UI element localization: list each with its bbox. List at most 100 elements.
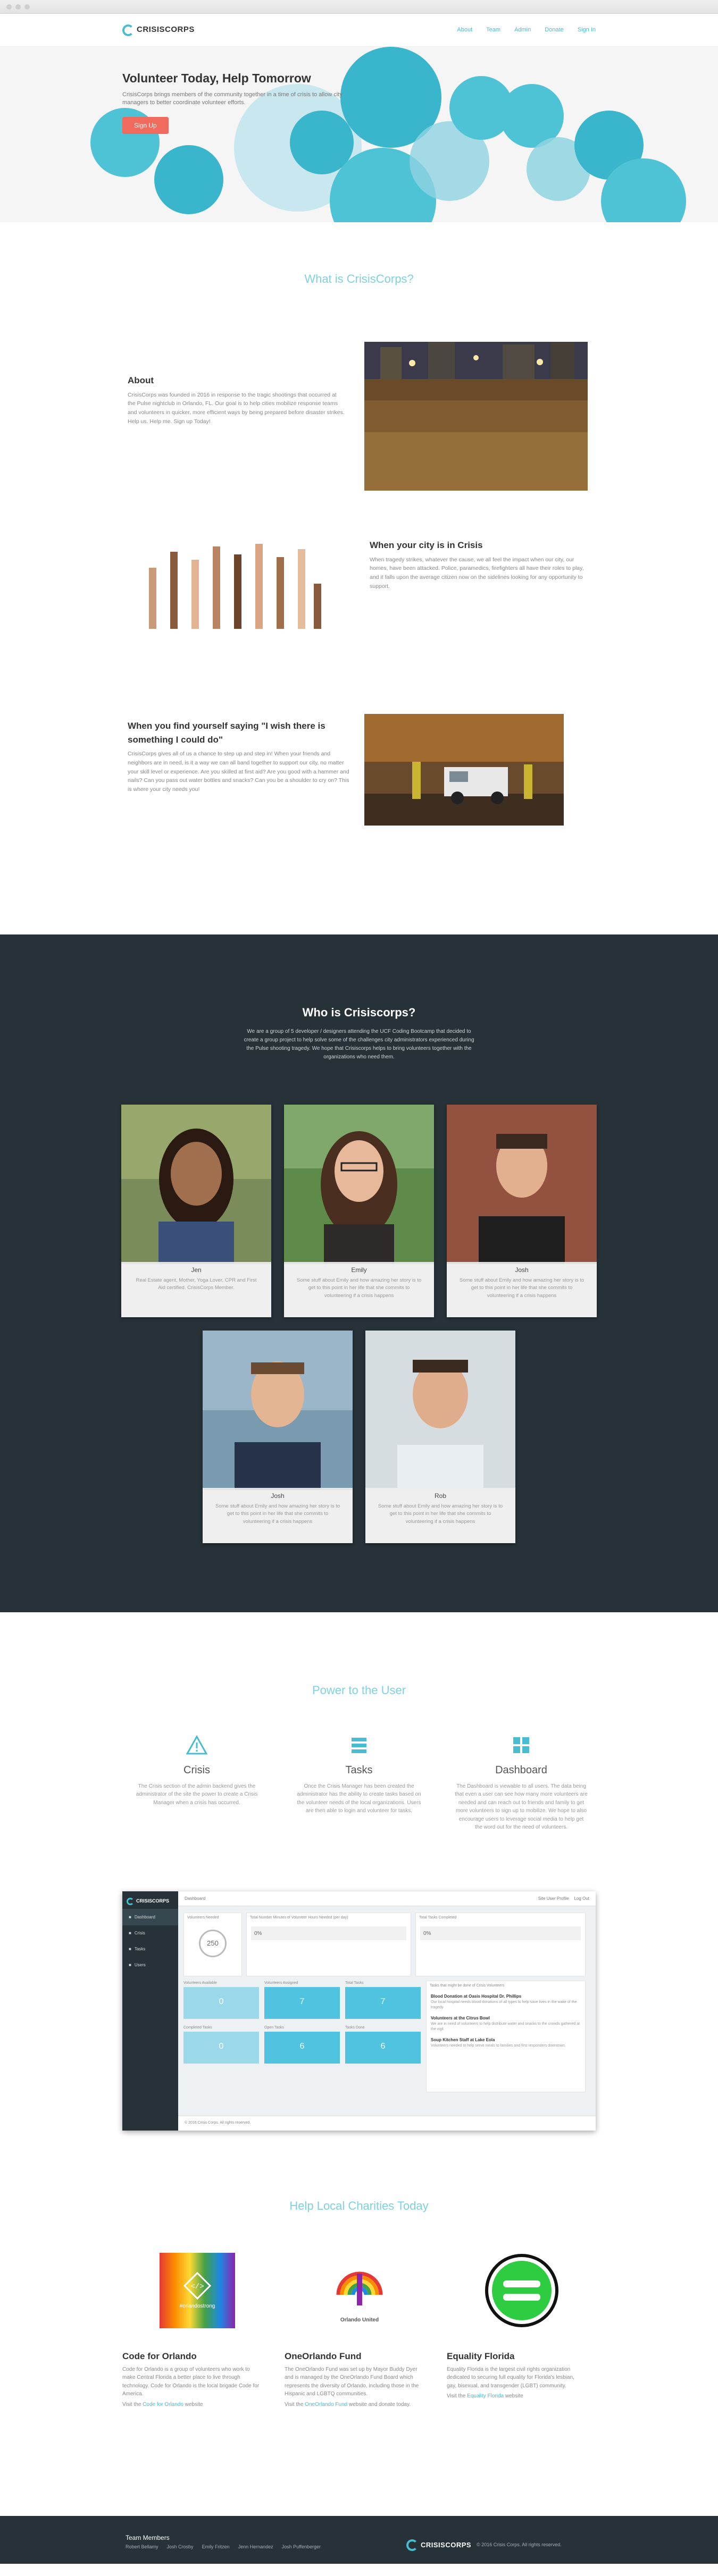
logo-text: CRISISCORPS	[137, 25, 195, 35]
dashboard-menu-crisis[interactable]: ■ Crisis	[122, 1925, 178, 1941]
panel-label: Total Tasks Completed	[419, 1916, 457, 1920]
window-dot[interactable]	[6, 4, 12, 10]
team-card-josh-2: Josh Some stuff about Emily and how amaz…	[203, 1331, 353, 1543]
code-for-orlando-logo[interactable]: </> #orlandostrong	[160, 2253, 235, 2328]
dashboard-logo: CRISISCORPS	[122, 1893, 178, 1909]
tile-label: Tasks Done	[345, 2026, 365, 2030]
about-title: About	[128, 375, 154, 385]
charity-link[interactable]: OneOrlando Fund	[305, 2402, 347, 2407]
tile-label: Completed Tasks	[183, 2026, 212, 2030]
member-name: Jen	[191, 1266, 202, 1274]
site-logo[interactable]: CRISISCORPS	[122, 24, 195, 36]
nav-link-admin[interactable]: Admin	[514, 26, 531, 35]
code-icon: </>	[183, 2271, 212, 2300]
feature-title: Tasks	[345, 1764, 373, 1776]
menu-label: Dashboard	[134, 1915, 155, 1920]
charity-link[interactable]: Equality Florida	[467, 2393, 504, 2399]
dashboard-menu-tasks[interactable]: ■ Tasks	[122, 1941, 178, 1957]
menu-dot-icon: ■	[129, 1931, 131, 1935]
member-bio: Some stuff about Emily and how amazing h…	[215, 1503, 340, 1525]
menu-label: Tasks	[134, 1947, 146, 1951]
member-name: Josh	[271, 1492, 285, 1500]
task-news-item[interactable]: Blood Donation at Oasis Hospital Dr. Phi…	[427, 1991, 585, 2013]
who-description: We are a group of 5 developer / designer…	[244, 1029, 474, 1060]
charity-text: The OneOrlando Fund was set up by Mayor …	[285, 2366, 419, 2397]
who-heading: Who is Crisiscorps?	[302, 1006, 416, 1019]
equality-florida-logo[interactable]	[484, 2253, 560, 2328]
tasks-progress-bar: 0%	[420, 1926, 581, 1940]
hours-progress-panel: Total Number Minutes of Volunteer Hours …	[246, 1913, 411, 1976]
stat-tile: 0	[183, 1987, 259, 2019]
member-name: Rob	[434, 1492, 446, 1500]
window-dot[interactable]	[24, 4, 30, 10]
feature-text: Once the Crisis Manager has been created…	[297, 1783, 421, 1814]
profile-link[interactable]: Site User Profile	[538, 1896, 569, 1902]
task-news-title: Soup Kitchen Staff at Lake Eola	[431, 2037, 495, 2042]
task-news-item[interactable]: Soup Kitchen Staff at Lake Eola Voluntee…	[427, 2035, 585, 2051]
dashboard-logo-text: CRISISCORPS	[136, 1898, 170, 1904]
hero-bubble	[154, 145, 223, 214]
feature-title: Dashboard	[495, 1764, 547, 1776]
what-section: What is CrisisCorps? About CrisisCorps w…	[0, 222, 718, 935]
task-news-title: Volunteers at the Citrus Bowl	[431, 2015, 490, 2021]
stat-tile: 6	[264, 2032, 340, 2064]
hero-section: Volunteer Today, Help Tomorrow CrisisCor…	[0, 47, 718, 222]
team-member: Josh Puffenberger	[281, 2544, 321, 2549]
dashboard-main: Dashboard Site User Profile Log Out Volu…	[178, 1891, 596, 2131]
nav-link-sign-in[interactable]: Sign In	[578, 26, 596, 35]
charities-heading: Help Local Charities Today	[289, 2199, 429, 2212]
team-member: Jenn Hernandez	[238, 2544, 273, 2549]
nav-link-team[interactable]: Team	[486, 26, 500, 35]
equality-icon	[485, 2254, 558, 2327]
avatar	[284, 1105, 434, 1264]
dashboard-screenshot: CRISISCORPS ■ Dashboard ■ Crisis ■ Tasks ■ U…	[122, 1891, 596, 2131]
wish-title: When you find yourself saying "I wish th…	[128, 721, 325, 745]
footer-logo[interactable]: CRISISCORPS	[406, 2539, 471, 2551]
team-card-josh: Josh Some stuff about Emily and how amaz…	[447, 1105, 597, 1317]
orlando-united-logo[interactable]: Orlando United	[322, 2253, 397, 2328]
avatar	[203, 1331, 353, 1490]
feature-text: The Dashboard is viewable to all users. …	[455, 1783, 588, 1831]
stat-tile: 0	[183, 2032, 259, 2064]
top-nav: CRISISCORPS About Team Admin Donate Sign…	[0, 14, 718, 47]
member-name: Josh	[515, 1266, 529, 1274]
logo-icon	[406, 2539, 418, 2551]
nav-link-donate[interactable]: Donate	[545, 26, 563, 35]
wish-text: CrisisCorps gives all of us a chance to …	[128, 751, 349, 793]
charity-code-for-orlando: </> #orlandostrong Code for Orlando Code…	[122, 2253, 261, 2409]
city-crisis-text: When tragedy strikes, whatever the cause…	[370, 556, 584, 590]
hero-copy: Volunteer Today, Help Tomorrow CrisisCor…	[122, 69, 356, 134]
charity-text: Equality Florida is the largest civil ri…	[447, 2366, 574, 2389]
panel-label: Volunteers Needed	[187, 1916, 219, 1920]
warning-icon	[186, 1735, 208, 1755]
logout-link[interactable]: Log Out	[574, 1896, 589, 1902]
charity-link[interactable]: Code for Orlando	[143, 2402, 183, 2407]
task-news-item[interactable]: Volunteers at the Citrus Bowl We are in …	[427, 2013, 585, 2035]
avatar	[121, 1105, 271, 1264]
tasks-icon	[352, 1738, 366, 1753]
avatar	[365, 1331, 515, 1490]
city-crisis-title: When your city is in Crisis	[370, 540, 483, 550]
window-dot[interactable]	[15, 4, 21, 10]
stat-tile: 6	[345, 2032, 421, 2064]
menu-label: Crisis	[134, 1931, 145, 1935]
charity-title: OneOrlando Fund	[285, 2351, 362, 2361]
what-heading: What is CrisisCorps?	[304, 272, 414, 285]
team-member: Emily Fritzen	[202, 2544, 230, 2549]
dashboard-menu-users[interactable]: ■ Users	[122, 1957, 178, 1973]
footer-logo-text: CRISISCORPS	[421, 2541, 472, 2549]
team-member: Robert Bellamy	[126, 2544, 158, 2549]
member-bio: Some stuff about Emily and how amazing h…	[378, 1503, 503, 1525]
stat-tile: 7	[264, 1987, 340, 2019]
nav-link-about[interactable]: About	[457, 26, 472, 35]
footer-brand: CRISISCORPS © 2016 Crisis Corps. All rig…	[406, 2539, 562, 2551]
nav-links: About Team Admin Donate Sign In	[457, 26, 596, 35]
menu-dot-icon: ■	[129, 1963, 131, 1967]
team-card-jen: Jen Real Estate agent, Mother, Yoga Love…	[121, 1105, 271, 1317]
task-news-title: Blood Donation at Oasis Hospital Dr. Phi…	[431, 1993, 522, 1999]
tile-label: Open Tasks	[264, 2026, 284, 2030]
charity-oneorlando: Orlando United OneOrlando Fund The OneOr…	[285, 2253, 423, 2409]
dashboard-menu-dashboard[interactable]: ■ Dashboard	[122, 1909, 178, 1925]
sign-up-button[interactable]: Sign Up	[122, 117, 169, 134]
logo-icon	[127, 1897, 134, 1905]
